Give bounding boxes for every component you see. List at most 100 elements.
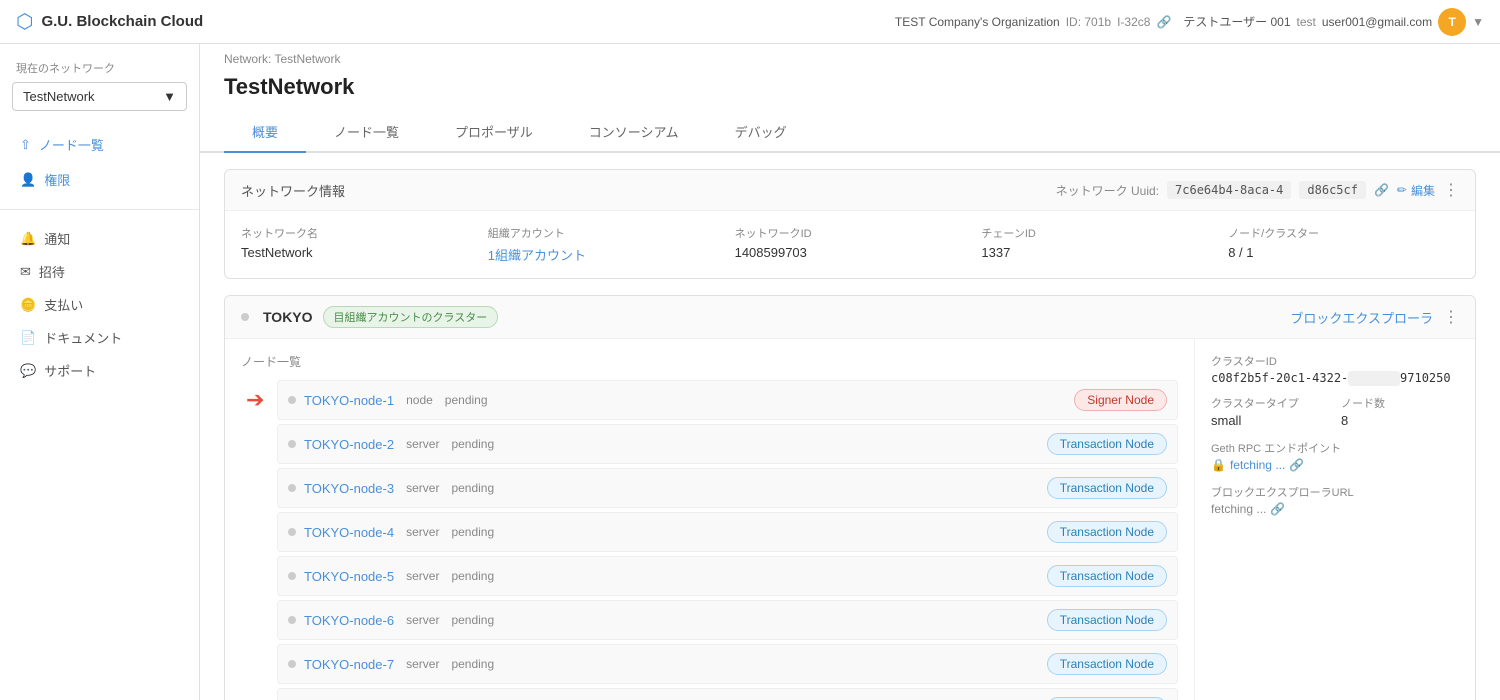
node-name[interactable]: TOKYO-node-4 bbox=[304, 525, 394, 540]
tab-debug[interactable]: デバッグ bbox=[707, 112, 815, 153]
person-icon: 👤 bbox=[20, 172, 36, 188]
node-row-left: TOKYO-node-7 server pending bbox=[288, 657, 494, 672]
sidebar-misc-label: 通知 bbox=[44, 229, 70, 248]
node-server-type: server bbox=[406, 613, 439, 627]
node-server-type: server bbox=[406, 481, 439, 495]
node-count-cell: ノード数 8 bbox=[1341, 395, 1459, 428]
tab-proposals[interactable]: プロポーザル bbox=[427, 112, 561, 153]
header: ⬡ G.U. Blockchain Cloud TEST Company's O… bbox=[0, 0, 1500, 44]
node-server-type: server bbox=[406, 569, 439, 583]
node-name[interactable]: TOKYO-node-7 bbox=[304, 657, 394, 672]
node-status-text: pending bbox=[451, 657, 494, 671]
tab-overview[interactable]: 概要 bbox=[224, 112, 306, 153]
doc-icon: 📄 bbox=[20, 330, 36, 346]
kebab-menu-button[interactable]: ⋮ bbox=[1443, 180, 1459, 200]
edit-button[interactable]: ✏ 編集 bbox=[1397, 182, 1435, 199]
content-area: ネットワーク情報 ネットワーク Uuid: 7c6e64b4-8aca-4 d8… bbox=[200, 153, 1500, 700]
org-link-icon[interactable]: 🔗 bbox=[1156, 15, 1171, 29]
node-type-badge: Transaction Node bbox=[1047, 477, 1167, 499]
network-info-title: ネットワーク情報 bbox=[241, 181, 345, 200]
mail-icon: ✉ bbox=[20, 264, 31, 280]
node-row-left: TOKYO-node-2 server pending bbox=[288, 437, 494, 452]
cluster-header: TOKYO 目組織アカウントのクラスター ブロックエクスプローラ ⋮ bbox=[225, 296, 1475, 339]
node-type-badge: Transaction Node bbox=[1047, 609, 1167, 631]
cluster-kebab-button[interactable]: ⋮ bbox=[1443, 307, 1459, 327]
header-org: TEST Company's Organization ID: 701b I-3… bbox=[895, 15, 1172, 29]
credit-icon: 🪙 bbox=[20, 297, 36, 313]
chain-id-label: チェーンID bbox=[981, 225, 1212, 241]
node-row: ➔TOKYO-node-1 node pendingSigner Node bbox=[277, 380, 1178, 420]
block-explorer-link-icon[interactable]: 🔗 bbox=[1270, 502, 1285, 516]
node-status-text: pending bbox=[451, 613, 494, 627]
node-row: TOKYO-node-3 server pending Transaction N… bbox=[277, 468, 1178, 508]
node-name[interactable]: TOKYO-node-2 bbox=[304, 437, 394, 452]
node-status-text: pending bbox=[451, 525, 494, 539]
user-name: テストユーザー 001 bbox=[1183, 13, 1290, 30]
dropdown-icon[interactable]: ▼ bbox=[1472, 15, 1484, 29]
sidebar-item-label: 権限 bbox=[44, 170, 70, 189]
node-row: TOKYO-node-7 server pending Transaction N… bbox=[277, 644, 1178, 684]
node-type-badge: Transaction Node bbox=[1047, 521, 1167, 543]
geth-rpc-link-icon[interactable]: 🔗 bbox=[1289, 458, 1304, 472]
cluster-status-dot bbox=[241, 313, 249, 321]
tab-consortium[interactable]: コンソーシアム bbox=[561, 112, 707, 153]
node-row-left: TOKYO-node-3 server pending bbox=[288, 481, 494, 496]
network-name-cell: ネットワーク名 TestNetwork bbox=[241, 225, 472, 264]
node-row-left: TOKYO-node-6 server pending bbox=[288, 613, 494, 628]
org-account-value[interactable]: 1組織アカウント bbox=[488, 245, 719, 264]
node-status-dot bbox=[288, 484, 296, 492]
network-info-card: ネットワーク情報 ネットワーク Uuid: 7c6e64b4-8aca-4 d8… bbox=[224, 169, 1476, 279]
node-name[interactable]: TOKYO-node-3 bbox=[304, 481, 394, 496]
node-type-badge: Transaction Node bbox=[1047, 653, 1167, 675]
node-name[interactable]: TOKYO-node-5 bbox=[304, 569, 394, 584]
node-cluster-cell: ノード/クラスター 8 / 1 bbox=[1228, 225, 1459, 264]
sidebar-item-permissions[interactable]: 👤 権限 bbox=[0, 162, 199, 197]
node-row-left: TOKYO-node-5 server pending bbox=[288, 569, 494, 584]
main-layout: 現在のネットワーク TestNetwork ▼ ⇧ ノード一覧 👤 権限 🔔 通… bbox=[0, 44, 1500, 700]
network-selector[interactable]: TestNetwork ▼ bbox=[12, 82, 187, 111]
breadcrumb: Network: TestNetwork bbox=[200, 44, 1500, 70]
cluster-card: TOKYO 目組織アカウントのクラスター ブロックエクスプローラ ⋮ ノード一覧… bbox=[224, 295, 1476, 700]
org-name: TEST Company's Organization bbox=[895, 15, 1060, 29]
node-status-text: pending bbox=[451, 437, 494, 451]
sidebar-item-support[interactable]: 💬 サポート bbox=[0, 354, 199, 387]
sidebar-item-payment[interactable]: 🪙 支払い bbox=[0, 288, 199, 321]
logo-icon: ⬡ bbox=[16, 9, 33, 34]
node-server-type: node bbox=[406, 393, 433, 407]
uuid-value: 7c6e64b4-8aca-4 bbox=[1167, 181, 1291, 199]
network-id-cell: ネットワークID 1408599703 bbox=[735, 225, 966, 264]
node-cluster-value: 8 / 1 bbox=[1228, 245, 1459, 260]
sidebar-item-invitations[interactable]: ✉ 招待 bbox=[0, 255, 199, 288]
cluster-info-section: クラスターID c08f2b5f-20c1-4322- 9710250 クラスタ… bbox=[1195, 339, 1475, 700]
user-role: test bbox=[1297, 15, 1316, 29]
cluster-type-label: クラスタータイプ bbox=[1211, 395, 1329, 411]
avatar[interactable]: T bbox=[1438, 8, 1466, 36]
network-id-value: 1408599703 bbox=[735, 245, 966, 260]
sidebar-item-documents[interactable]: 📄 ドキュメント bbox=[0, 321, 199, 354]
sidebar-item-notifications[interactable]: 🔔 通知 bbox=[0, 222, 199, 255]
node-row: TOKYO-node-4 server pending Transaction N… bbox=[277, 512, 1178, 552]
chevron-down-icon: ▼ bbox=[163, 89, 176, 104]
node-name[interactable]: TOKYO-node-1 bbox=[304, 393, 394, 408]
node-count-value: 8 bbox=[1341, 413, 1459, 428]
sidebar-misc-label: ドキュメント bbox=[44, 328, 122, 347]
copy-link-icon[interactable]: 🔗 bbox=[1374, 183, 1389, 197]
chain-id-value: 1337 bbox=[981, 245, 1212, 260]
cluster-id-label: クラスターID bbox=[1211, 353, 1459, 369]
network-info-header-right: ネットワーク Uuid: 7c6e64b4-8aca-4 d86c5cf 🔗 ✏… bbox=[1056, 180, 1459, 200]
node-cluster-label: ノード/クラスター bbox=[1228, 225, 1459, 241]
network-selected-value: TestNetwork bbox=[23, 89, 95, 104]
node-name[interactable]: TOKYO-node-6 bbox=[304, 613, 394, 628]
tab-nodes[interactable]: ノード一覧 bbox=[306, 112, 427, 153]
node-count-label: ノード数 bbox=[1341, 395, 1459, 411]
block-explorer-url-value: fetching ... 🔗 bbox=[1211, 502, 1459, 516]
sidebar-item-nodes[interactable]: ⇧ ノード一覧 bbox=[0, 127, 199, 162]
cluster-title-row: TOKYO 目組織アカウントのクラスター bbox=[241, 306, 498, 328]
node-server-type: server bbox=[406, 657, 439, 671]
node-type-badge: Signer Node bbox=[1074, 389, 1167, 411]
node-server-type: server bbox=[406, 525, 439, 539]
node-status-text: pending bbox=[451, 481, 494, 495]
cluster-content: ノード一覧 ➔TOKYO-node-1 node pendingSigner N… bbox=[225, 339, 1475, 700]
block-explorer-link[interactable]: ブロックエクスプローラ bbox=[1290, 308, 1433, 327]
node-list-title: ノード一覧 bbox=[241, 353, 1178, 370]
